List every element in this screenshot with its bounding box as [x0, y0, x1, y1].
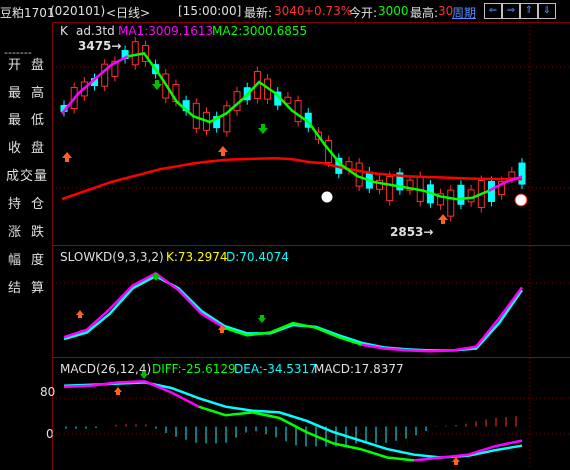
buy-arrow-icon	[62, 152, 72, 162]
kd-k-line	[223, 321, 363, 346]
sell-arrow-icon	[152, 80, 162, 90]
buy-arrow-icon	[438, 214, 448, 224]
macd-dea-line	[63, 381, 523, 459]
macd-diff-line	[63, 380, 200, 408]
candle-body	[131, 41, 139, 66]
candle-body	[508, 171, 516, 179]
candle-body	[467, 189, 475, 203]
buy-arrow-icon	[114, 387, 122, 395]
macd-diff-line	[414, 439, 523, 462]
buy-arrow-icon	[452, 457, 460, 465]
sell-arrow-icon	[140, 371, 148, 379]
sell-arrow-icon	[258, 315, 266, 323]
buy-arrow-icon	[218, 146, 228, 156]
smile-face-icon	[514, 193, 528, 207]
candle-body	[294, 100, 302, 123]
chart-canvas[interactable]	[0, 0, 570, 470]
kd-k-line	[361, 286, 524, 353]
candle-body	[447, 189, 455, 217]
candle-body	[386, 176, 394, 202]
candle-body	[457, 184, 465, 205]
buy-arrow-icon	[76, 310, 84, 318]
candle-body	[518, 162, 526, 185]
sad-face-icon	[320, 190, 334, 204]
sell-arrow-icon	[258, 124, 268, 134]
